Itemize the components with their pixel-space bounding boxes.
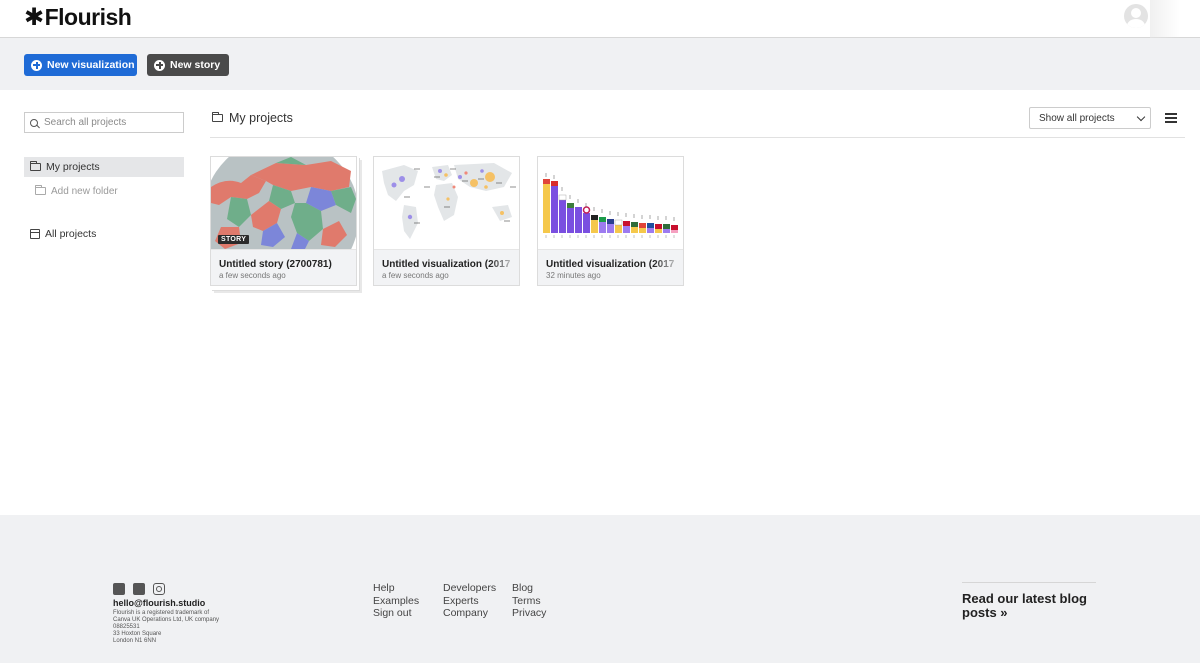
plus-circle-icon (31, 59, 42, 71)
footer-link-terms[interactable]: Terms (512, 595, 546, 608)
footer-link-examples[interactable]: Examples (373, 595, 419, 608)
title-fade (653, 255, 683, 273)
new-story-button[interactable]: New story (147, 54, 229, 76)
top-bar: ✱Flourish (0, 0, 1200, 44)
legal-text: Flourish is a registered trademark of Ca… (113, 610, 219, 645)
footer-link-help[interactable]: Help (373, 582, 419, 595)
logo-text: Flourish (44, 4, 132, 30)
user-avatar[interactable] (1124, 4, 1148, 28)
sidebar-item-my-projects[interactable]: My projects (24, 157, 184, 177)
flourish-logo[interactable]: ✱Flourish (24, 3, 132, 32)
avatar-head (1131, 8, 1141, 18)
footer-link-sign-out[interactable]: Sign out (373, 607, 419, 620)
folder-icon (211, 112, 223, 122)
search-box (24, 112, 184, 133)
legal-line: Canva UK Operations Ltd, UK company (113, 617, 220, 623)
sidebar-item-label: My projects (46, 161, 100, 173)
action-bar: New visualization New story (0, 38, 1200, 90)
footer-links-col-2: Developers Experts Company (443, 582, 496, 620)
footer-link-company[interactable]: Company (443, 607, 496, 620)
divider (210, 137, 1185, 138)
sidebar-item-label: All projects (45, 228, 97, 240)
chevron-down-icon (1136, 112, 1146, 121)
project-filter-value: Show all projects (1039, 112, 1115, 124)
footer-link-developers[interactable]: Developers (443, 582, 496, 595)
page-title: My projects (211, 111, 293, 125)
project-thumbnail: STORY (211, 157, 356, 249)
project-filter-select[interactable]: Show all projects (1029, 107, 1151, 129)
card-timestamp: a few seconds ago (382, 271, 449, 280)
folder-icon (29, 161, 41, 171)
footer: hello@flourish.studio Flourish is a regi… (0, 515, 1200, 663)
avatar-shoulders (1127, 19, 1145, 28)
contact-email[interactable]: hello@flourish.studio (113, 598, 205, 608)
footer-link-experts[interactable]: Experts (443, 595, 496, 608)
latest-blog-link[interactable]: Read our latest blog posts » (962, 592, 1102, 620)
footer-link-privacy[interactable]: Privacy (512, 607, 546, 620)
new-story-label: New story (170, 59, 221, 71)
title-fade (489, 255, 519, 273)
story-badge: STORY (218, 235, 250, 244)
sidebar-item-all-projects[interactable]: All projects (24, 224, 184, 244)
search-input[interactable] (44, 117, 174, 128)
legal-line: 08825531 (113, 624, 140, 630)
card-caption: Untitled visualization (2017 a few secon… (374, 249, 519, 285)
list-view-toggle-icon[interactable] (1165, 113, 1177, 123)
twitter-icon[interactable] (113, 583, 125, 595)
card-timestamp: 32 minutes ago (546, 271, 601, 280)
blog-cta-line: Read our latest blog (962, 591, 1087, 606)
search-icon (30, 118, 38, 127)
logo-star: ✱ (24, 4, 44, 31)
project-card-story[interactable]: STORY Untitled story (2700781) a few sec… (210, 156, 357, 286)
footer-links-col-1: Help Examples Sign out (373, 582, 419, 620)
legal-line: Flourish is a registered trademark of (113, 610, 210, 616)
add-new-folder-button[interactable]: Add new folder (24, 181, 184, 201)
project-card-visualization[interactable]: Untitled visualization (2017 a few secon… (373, 156, 520, 286)
footer-links-col-3: Blog Terms Privacy (512, 582, 546, 620)
card-caption: Untitled story (2700781) a few seconds a… (211, 249, 356, 285)
blog-cta-line: posts » (962, 605, 1008, 620)
page-title-text: My projects (229, 111, 293, 125)
folder-plus-icon (34, 185, 46, 195)
legal-line: 33 Hoxton Square (113, 631, 162, 637)
instagram-icon[interactable] (153, 583, 165, 595)
project-thumbnail (538, 157, 683, 249)
card-title: Untitled story (2700781) (219, 259, 332, 270)
divider (962, 582, 1096, 583)
linkedin-icon[interactable] (133, 583, 145, 595)
project-thumbnail (374, 157, 519, 249)
project-card-visualization[interactable]: Untitled visualization (2017 32 minutes … (537, 156, 684, 286)
legal-line: London N1 6NN (113, 638, 157, 644)
new-visualization-label: New visualization (47, 59, 135, 71)
footer-link-blog[interactable]: Blog (512, 582, 546, 595)
add-folder-label: Add new folder (51, 185, 118, 197)
archive-icon (30, 229, 40, 239)
card-caption: Untitled visualization (2017 32 minutes … (538, 249, 683, 285)
card-timestamp: a few seconds ago (219, 271, 286, 280)
new-visualization-button[interactable]: New visualization (24, 54, 137, 76)
plus-circle-icon (154, 59, 165, 71)
